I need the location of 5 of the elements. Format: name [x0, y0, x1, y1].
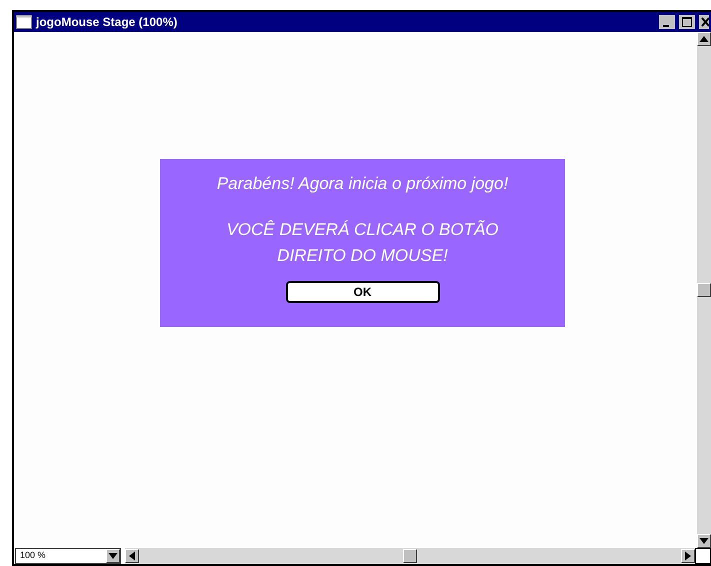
window-title: jogoMouse Stage (100%)	[36, 14, 178, 31]
instruction-text: VOCÊ DEVERÁ CLICAR O BOTÃO DIREITO DO MOUSE!	[225, 218, 500, 266]
zoom-dropdown[interactable]: 100 %	[15, 548, 121, 564]
message-text: Parabéns! Agora inicia o próximo jogo!	[216, 173, 508, 195]
ok-button[interactable]: OK	[286, 280, 440, 302]
